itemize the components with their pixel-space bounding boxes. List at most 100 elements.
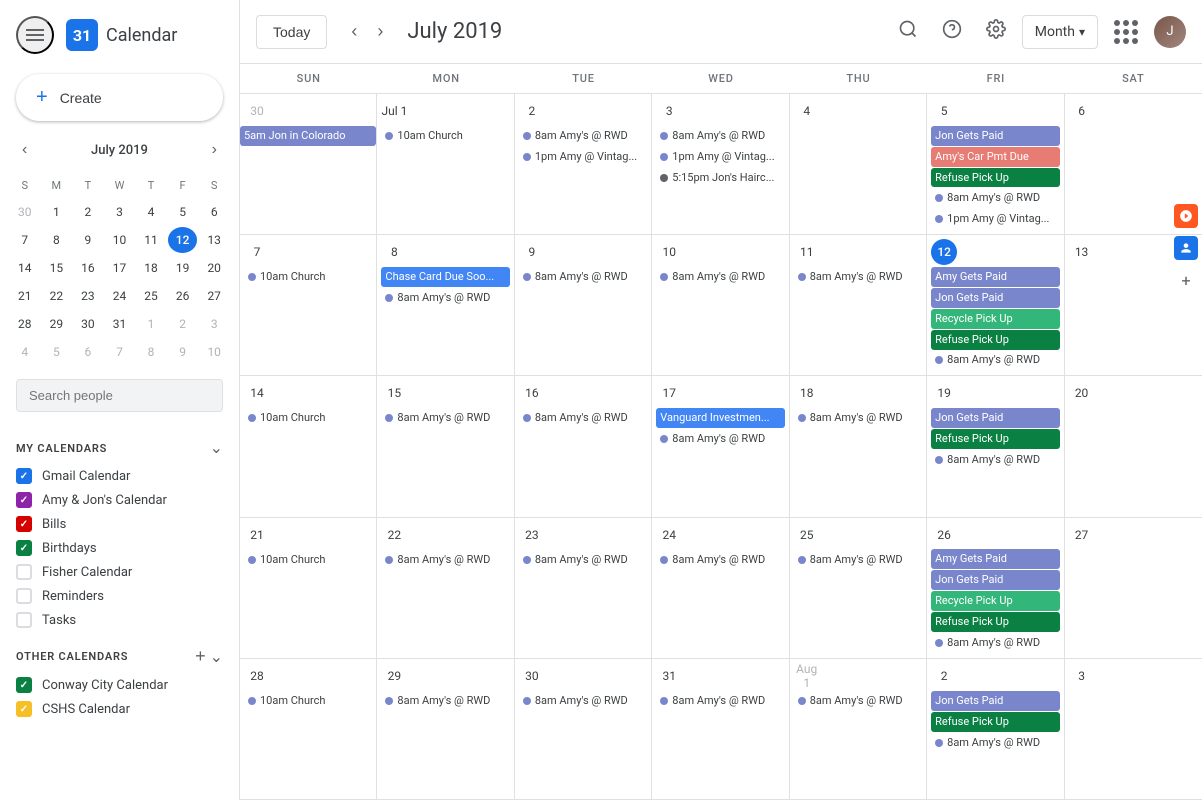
day-cell[interactable]: 17Vanguard Investmen...8am Amy's @ RWD — [652, 376, 789, 516]
day-number[interactable]: 3 — [1069, 663, 1095, 689]
day-cell[interactable]: 12Amy Gets PaidJon Gets PaidRecycle Pick… — [927, 235, 1064, 375]
calendar-event[interactable]: 10am Church — [244, 408, 372, 428]
day-number[interactable]: 17 — [656, 380, 682, 406]
day-number[interactable]: 4 — [794, 98, 820, 124]
mini-cal-day[interactable]: 13 — [199, 227, 229, 253]
day-number[interactable]: 31 — [656, 663, 682, 689]
day-cell[interactable]: 28am Amy's @ RWD1pm Amy @ Vintag... — [515, 94, 652, 234]
day-cell[interactable]: 98am Amy's @ RWD — [515, 235, 652, 375]
day-number[interactable]: 3 — [656, 98, 682, 124]
mini-cal-day[interactable]: 2 — [73, 199, 103, 225]
help-button[interactable] — [934, 11, 970, 52]
calendar-item[interactable]: Fisher Calendar — [8, 560, 231, 584]
calendar-item[interactable]: CSHS Calendar — [8, 697, 231, 721]
day-cell[interactable]: 38am Amy's @ RWD1pm Amy @ Vintag...5:15p… — [652, 94, 789, 234]
day-cell[interactable]: 2110am Church — [240, 518, 377, 658]
mini-cal-day[interactable]: 21 — [10, 283, 40, 309]
day-cell[interactable]: 710am Church — [240, 235, 377, 375]
day-cell[interactable]: 158am Amy's @ RWD — [377, 376, 514, 516]
calendar-event[interactable]: Jon Gets Paid — [931, 691, 1059, 711]
calendar-event[interactable]: Amy Gets Paid — [931, 267, 1059, 287]
search-people-input[interactable] — [16, 379, 223, 412]
day-cell[interactable]: 318am Amy's @ RWD — [652, 659, 789, 799]
day-cell[interactable]: 248am Amy's @ RWD — [652, 518, 789, 658]
mini-cal-day[interactable]: 31 — [105, 311, 135, 337]
calendar-event[interactable]: 8am Amy's @ RWD — [519, 550, 647, 570]
calendar-item[interactable]: Bills — [8, 512, 231, 536]
calendar-event[interactable]: 8am Amy's @ RWD — [519, 691, 647, 711]
mini-cal-day[interactable]: 6 — [73, 339, 103, 365]
mini-cal-day[interactable]: 14 — [10, 255, 40, 281]
calendar-event[interactable]: 1pm Amy @ Vintag... — [656, 147, 784, 167]
calendar-item[interactable]: Conway City Calendar — [8, 673, 231, 697]
mini-cal-day[interactable]: 8 — [42, 227, 72, 253]
mini-cal-day[interactable]: 3 — [199, 311, 229, 337]
calendar-event[interactable]: 8am Amy's @ RWD — [519, 408, 647, 428]
calendar-event[interactable]: 8am Amy's @ RWD — [656, 429, 784, 449]
mini-cal-day[interactable]: 10 — [199, 339, 229, 365]
day-cell[interactable]: 108am Amy's @ RWD — [652, 235, 789, 375]
day-cell[interactable]: 168am Amy's @ RWD — [515, 376, 652, 516]
calendar-event[interactable]: 5am Jon in Colorado — [240, 126, 376, 146]
mini-cal-day[interactable]: 7 — [10, 227, 40, 253]
calendar-item[interactable]: Reminders — [8, 584, 231, 608]
calendar-event[interactable]: 1pm Amy @ Vintag... — [931, 209, 1059, 229]
day-number[interactable]: 30 — [519, 663, 545, 689]
day-number[interactable]: 8 — [381, 239, 407, 265]
today-button[interactable]: Today — [256, 15, 327, 49]
day-number[interactable]: 30 — [244, 98, 270, 124]
calendar-event[interactable]: 8am Amy's @ RWD — [519, 126, 647, 146]
calendar-item[interactable]: Amy & Jon's Calendar — [8, 488, 231, 512]
calendar-event[interactable]: 8am Amy's @ RWD — [794, 691, 922, 711]
calendar-event[interactable]: 8am Amy's @ RWD — [381, 550, 509, 570]
calendar-item[interactable]: Tasks — [8, 608, 231, 632]
day-number[interactable]: 13 — [1069, 239, 1095, 265]
day-cell[interactable]: 238am Amy's @ RWD — [515, 518, 652, 658]
calendar-event[interactable]: 1pm Amy @ Vintag... — [519, 147, 647, 167]
calendar-event[interactable]: Vanguard Investmen... — [656, 408, 784, 428]
my-calendars-chevron[interactable]: ⌄ — [210, 438, 223, 458]
mini-cal-day[interactable]: 17 — [105, 255, 135, 281]
add-other-calendar-button[interactable]: + — [195, 646, 206, 667]
prev-month-button[interactable]: ‹ — [343, 15, 365, 48]
other-calendars-header[interactable]: Other calendars + ⌄ — [8, 640, 231, 673]
day-number[interactable]: Jul 1 — [381, 98, 407, 124]
calendar-event[interactable]: 8am Amy's @ RWD — [931, 351, 1059, 371]
calendar-event[interactable]: 8am Amy's @ RWD — [519, 267, 647, 287]
day-number[interactable]: Aug 1 — [794, 663, 820, 689]
day-cell[interactable]: 3 — [1065, 659, 1202, 799]
mini-cal-day[interactable]: 26 — [168, 283, 198, 309]
calendar-event[interactable]: 8am Amy's @ RWD — [656, 550, 784, 570]
day-number[interactable]: 18 — [794, 380, 820, 406]
day-number[interactable]: 26 — [931, 522, 957, 548]
calendar-event[interactable]: 8am Amy's @ RWD — [381, 691, 509, 711]
calendar-event[interactable]: Jon Gets Paid — [931, 288, 1059, 308]
mini-cal-day[interactable]: 15 — [42, 255, 72, 281]
day-number[interactable]: 9 — [519, 239, 545, 265]
mini-cal-day[interactable]: 11 — [136, 227, 166, 253]
day-cell[interactable]: Aug 18am Amy's @ RWD — [790, 659, 927, 799]
mini-cal-day[interactable]: 20 — [199, 255, 229, 281]
calendar-event[interactable]: Amy's Car Pmt Due — [931, 147, 1059, 167]
mini-cal-day[interactable]: 16 — [73, 255, 103, 281]
mini-cal-day[interactable]: 9 — [73, 227, 103, 253]
calendar-event[interactable]: Jon Gets Paid — [931, 570, 1059, 590]
mini-cal-day[interactable]: 24 — [105, 283, 135, 309]
calendar-event[interactable]: Recycle Pick Up — [931, 591, 1059, 611]
calendar-event[interactable]: 8am Amy's @ RWD — [656, 267, 784, 287]
calendar-event[interactable]: Refuse Pick Up — [931, 429, 1059, 449]
calendar-event[interactable]: 8am Amy's @ RWD — [381, 288, 509, 308]
calendar-event[interactable]: Jon Gets Paid — [931, 408, 1059, 428]
day-number[interactable]: 22 — [381, 522, 407, 548]
search-button[interactable] — [890, 11, 926, 52]
day-cell[interactable]: 298am Amy's @ RWD — [377, 659, 514, 799]
calendar-event[interactable]: 8am Amy's @ RWD — [931, 733, 1059, 753]
day-number[interactable]: 28 — [244, 663, 270, 689]
day-cell[interactable]: 20 — [1065, 376, 1202, 516]
day-number[interactable]: 19 — [931, 380, 957, 406]
day-cell[interactable]: 8Chase Card Due Soo...8am Amy's @ RWD — [377, 235, 514, 375]
mini-cal-day[interactable]: 10 — [105, 227, 135, 253]
day-cell[interactable]: 2Jon Gets PaidRefuse Pick Up8am Amy's @ … — [927, 659, 1064, 799]
day-number[interactable]: 21 — [244, 522, 270, 548]
mini-cal-next-button[interactable]: › — [206, 137, 223, 163]
